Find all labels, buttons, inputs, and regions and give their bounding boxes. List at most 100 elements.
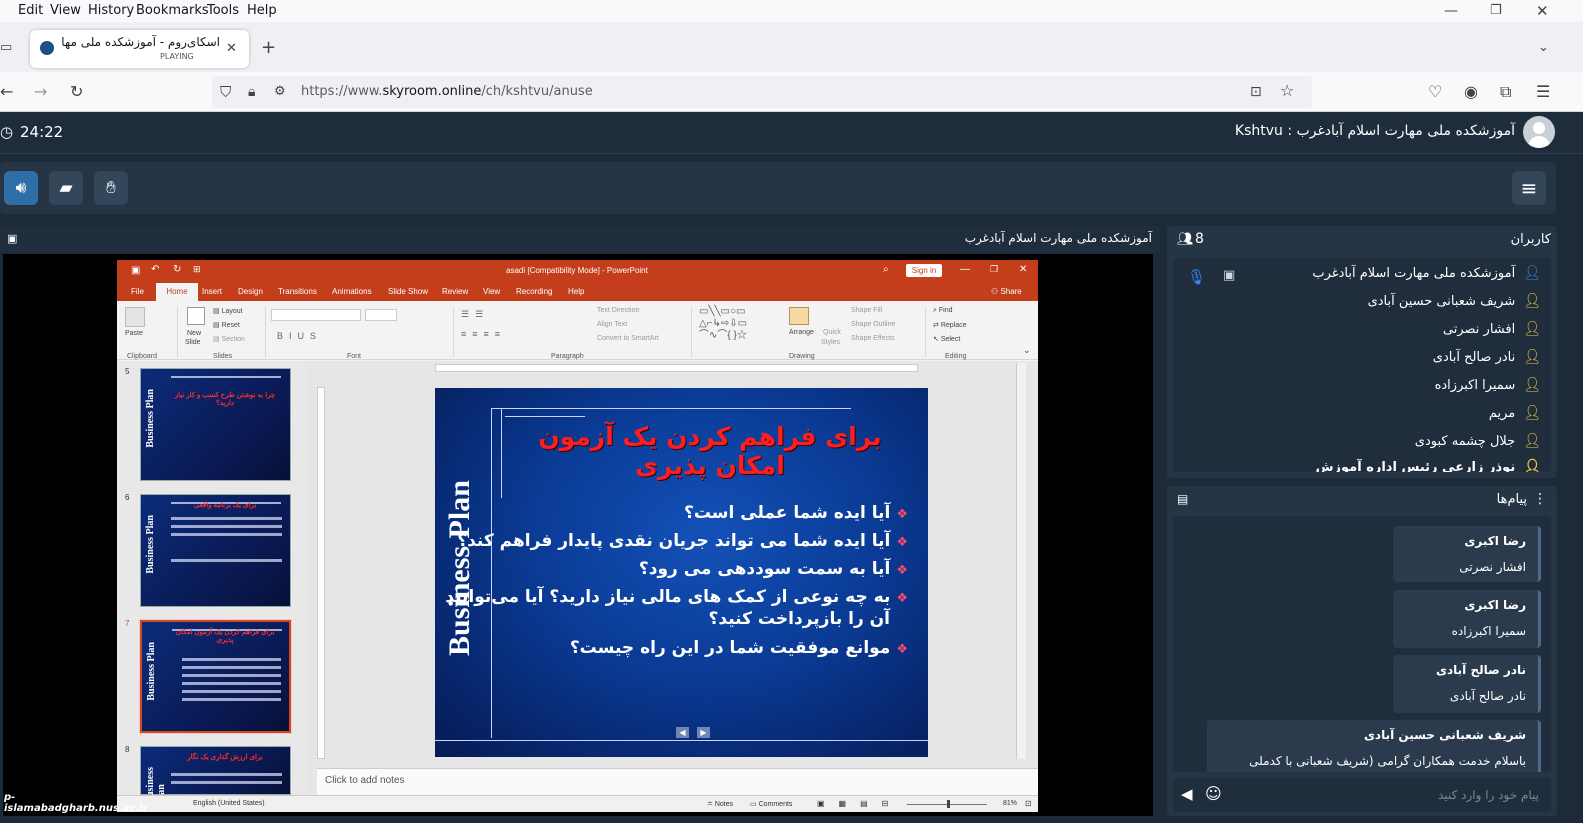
- more-options-icon[interactable]: ⋮: [1533, 491, 1547, 507]
- new-slide-button[interactable]: New: [187, 330, 201, 337]
- tab-file[interactable]: File: [131, 287, 144, 296]
- undo-icon[interactable]: ↶: [151, 264, 159, 275]
- user-row[interactable]: 👤︎ سمیرا اکبرزاده: [1435, 375, 1541, 395]
- raise-hand-icon[interactable]: ✋︎: [94, 171, 128, 205]
- tab-view[interactable]: View: [483, 287, 500, 296]
- tab-design[interactable]: Design: [238, 287, 263, 296]
- menu-history[interactable]: History: [88, 3, 134, 18]
- app-menu-icon[interactable]: ☰: [1536, 84, 1550, 100]
- back-icon[interactable]: ←: [0, 84, 13, 100]
- redo-icon[interactable]: ↻: [173, 264, 181, 275]
- view-buttons[interactable]: ▣▦▤⊟: [817, 799, 902, 808]
- translate-icon[interactable]: ⊡: [1250, 84, 1262, 100]
- paste-button[interactable]: Paste: [125, 330, 143, 337]
- notes-button[interactable]: ≐ Notes: [707, 800, 733, 808]
- paste-icon[interactable]: [125, 307, 145, 327]
- hamburger-menu-icon[interactable]: ≡: [1512, 171, 1546, 205]
- menu-help[interactable]: Help: [247, 3, 277, 18]
- slide-prev-icon[interactable]: ◀: [676, 727, 689, 738]
- arrange-icon[interactable]: [789, 307, 809, 325]
- vertical-scrollbar[interactable]: [1016, 363, 1026, 759]
- tab-help[interactable]: Help: [568, 287, 584, 296]
- user-row[interactable]: 👤︎ جلال چشمه کبودی: [1415, 431, 1541, 451]
- menu-tools[interactable]: Tools: [207, 3, 239, 18]
- present-icon[interactable]: ⊞: [193, 264, 201, 275]
- shape-fill-button[interactable]: Shape Fill: [851, 307, 882, 314]
- text-direction-button[interactable]: Text Direction: [597, 307, 639, 314]
- collapse-ribbon-icon[interactable]: ⌄: [1023, 345, 1031, 356]
- speaker-icon[interactable]: 🔊︎: [4, 171, 38, 205]
- user-row[interactable]: 👤︎ آموزشکده ملی مهارت اسلام آبادغرب: [1312, 263, 1541, 283]
- reset-button[interactable]: ▤ Reset: [213, 321, 240, 329]
- tab-close-icon[interactable]: ✕: [226, 41, 237, 57]
- find-button[interactable]: ⌕ Find: [933, 307, 953, 315]
- forward-icon[interactable]: →: [34, 84, 47, 100]
- tab-transitions[interactable]: Transitions: [278, 287, 317, 296]
- permissions-icon[interactable]: ⚙: [274, 84, 286, 100]
- replace-button[interactable]: ⇄ Replace: [933, 321, 967, 329]
- microphone-icon[interactable]: 🎙︎: [1187, 268, 1206, 286]
- menu-view[interactable]: View: [50, 3, 81, 18]
- list-buttons[interactable]: ☰☰: [461, 309, 489, 320]
- font-size-select[interactable]: [365, 309, 397, 321]
- slide-thumbnail-selected[interactable]: Business Plan برای فراهم کردن یک آزمون ا…: [139, 619, 292, 734]
- ppt-restore-icon[interactable]: ❐: [990, 264, 998, 275]
- account-icon[interactable]: ◉: [1464, 84, 1478, 100]
- slide-thumbnail[interactable]: Business Plan برای یک برنامه واقعی: [140, 494, 291, 607]
- tab-insert[interactable]: Insert: [202, 287, 222, 296]
- screen-share-icon[interactable]: ▣: [1223, 268, 1235, 283]
- align-text-button[interactable]: Align Text: [597, 321, 627, 328]
- send-icon[interactable]: ◀: [1181, 785, 1193, 803]
- bookmark-star-icon[interactable]: ☆: [1280, 83, 1294, 99]
- zoom-slider-thumb[interactable]: [947, 800, 950, 808]
- user-row[interactable]: 👤︎ افشار نصرتی: [1443, 319, 1541, 339]
- folder-icon[interactable]: ▰: [49, 171, 83, 205]
- avatar[interactable]: [1523, 116, 1555, 148]
- font-name-select[interactable]: [271, 309, 361, 321]
- menu-bookmarks[interactable]: Bookmarks: [136, 3, 209, 18]
- browser-tab[interactable]: اسکای‌روم - آموزشکده ملی مهار PLAYING ✕: [30, 30, 249, 68]
- tab-review[interactable]: Review: [442, 287, 468, 296]
- current-slide[interactable]: Business Plan برای فراهم کردن یک آزمون ا…: [435, 388, 928, 757]
- chevron-down-icon[interactable]: ⌄: [1538, 40, 1549, 56]
- section-button[interactable]: ▤ Section: [213, 335, 245, 343]
- slide-next-icon[interactable]: ▶: [697, 727, 710, 738]
- shape-effects-button[interactable]: Shape Effects: [851, 335, 894, 342]
- slide-thumbnail[interactable]: Business Plan چرا به نوشتن طرح کسب و کار…: [140, 368, 291, 481]
- fit-slide-icon[interactable]: ⊡: [1025, 799, 1032, 808]
- notes-pane[interactable]: Click to add notes: [317, 768, 1038, 795]
- ppt-minimize-icon[interactable]: —: [960, 264, 970, 275]
- new-tab-icon[interactable]: +: [261, 39, 276, 57]
- reload-icon[interactable]: ↻: [70, 84, 83, 100]
- arrange-button[interactable]: Arrange: [789, 329, 814, 336]
- tab-home[interactable]: Home: [156, 283, 198, 301]
- shield-icon[interactable]: ⛉: [220, 84, 231, 100]
- language-status[interactable]: English (United States): [193, 800, 265, 807]
- user-row[interactable]: 👤︎ نادر صالح آبادی: [1433, 347, 1541, 367]
- tab-recording[interactable]: Recording: [516, 287, 552, 296]
- save-icon[interactable]: ▣: [131, 265, 140, 276]
- zoom-level[interactable]: 81%: [1003, 800, 1017, 807]
- share-button[interactable]: ⚇ Share: [991, 287, 1022, 296]
- comments-button[interactable]: ▭ Comments: [750, 800, 792, 808]
- convert-smartart-button[interactable]: Convert to SmartArt: [597, 335, 659, 342]
- layout-button[interactable]: ▤ Layout: [213, 307, 243, 315]
- new-slide-icon[interactable]: [187, 307, 205, 325]
- tab-slide-show[interactable]: Slide Show: [388, 287, 428, 296]
- tab-list-icon[interactable]: ▭: [0, 40, 12, 56]
- screen-share-icon[interactable]: ▣: [7, 232, 17, 245]
- url-bar[interactable]: ⛉ 🔒︎ ⚙ https://www.skyroom.online/ch/ksh…: [212, 76, 1312, 108]
- search-icon[interactable]: ⌕: [883, 264, 889, 275]
- emoji-icon[interactable]: ☺: [1205, 784, 1222, 803]
- menu-edit[interactable]: Edit: [18, 3, 43, 18]
- pocket-icon[interactable]: ♡: [1428, 84, 1442, 100]
- user-row[interactable]: 👤︎ نوذر زارعی رئیس اداره آموزش: [1316, 457, 1541, 472]
- quick-styles-button[interactable]: Quick: [823, 329, 841, 336]
- shapes-gallery[interactable]: ▭╲╲▭○▭ △⌐↳⇨⇩▭ ⌒∿⌒{ }☆: [699, 306, 781, 346]
- slide-thumbnail[interactable]: Business Plan برای ارزش گذاری یک نگار: [140, 746, 291, 804]
- url-text[interactable]: https://www.skyroom.online/ch/kshtvu/anu…: [301, 84, 593, 99]
- shape-outline-button[interactable]: Shape Outline: [851, 321, 895, 328]
- minimize-icon[interactable]: —: [1444, 3, 1458, 19]
- select-button[interactable]: ↖ Select: [933, 335, 960, 343]
- extensions-icon[interactable]: ⧉: [1500, 84, 1511, 100]
